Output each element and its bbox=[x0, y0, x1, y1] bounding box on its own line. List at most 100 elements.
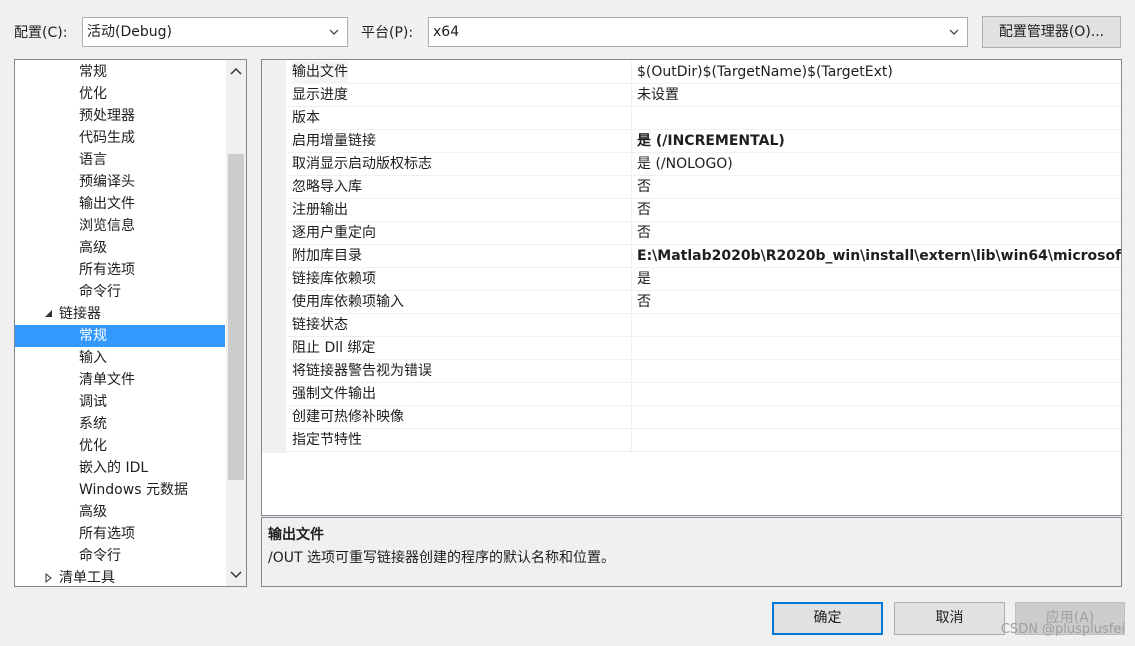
tree-item[interactable]: 优化 bbox=[15, 435, 225, 457]
property-row[interactable]: 强制文件输出 bbox=[286, 383, 1121, 406]
property-value[interactable]: 否 bbox=[637, 176, 651, 199]
column-divider bbox=[631, 130, 632, 153]
property-value[interactable]: E:\Matlab2020b\R2020b_win\install\extern… bbox=[637, 245, 1121, 268]
property-name: 附加库目录 bbox=[292, 248, 362, 264]
column-divider bbox=[631, 199, 632, 222]
property-name: 版本 bbox=[292, 110, 320, 126]
tree-item[interactable]: 优化 bbox=[15, 83, 225, 105]
tree-item[interactable]: 命令行 bbox=[15, 281, 225, 303]
tree-item[interactable]: 输入 bbox=[15, 347, 225, 369]
tree-item-label: 系统 bbox=[79, 416, 107, 432]
tree-item-label: 输出文件 bbox=[79, 196, 135, 212]
column-divider bbox=[631, 176, 632, 199]
tree-item[interactable]: 代码生成 bbox=[15, 127, 225, 149]
column-divider bbox=[631, 61, 632, 84]
property-row[interactable]: 显示进度 未设置 bbox=[286, 84, 1121, 107]
tree-item-label: Windows 元数据 bbox=[79, 482, 188, 498]
tree-item-label: 命令行 bbox=[79, 284, 121, 300]
property-row[interactable]: 阻止 Dll 绑定 bbox=[286, 337, 1121, 360]
property-value[interactable]: 是 (/NOLOGO) bbox=[637, 153, 733, 176]
config-label: 配置(C): bbox=[14, 25, 68, 41]
tree-item-label: 命令行 bbox=[79, 548, 121, 564]
column-divider bbox=[631, 406, 632, 429]
tree-item[interactable]: 命令行 bbox=[15, 545, 225, 567]
property-row[interactable]: 注册输出 否 bbox=[286, 199, 1121, 222]
property-row[interactable]: 取消显示启动版权标志 是 (/NOLOGO) bbox=[286, 153, 1121, 176]
column-divider bbox=[631, 291, 632, 314]
scrollbar-thumb[interactable] bbox=[228, 154, 244, 480]
tree-item[interactable]: 预处理器 bbox=[15, 105, 225, 127]
cancel-button[interactable]: 取消 bbox=[894, 602, 1005, 635]
ok-button[interactable]: 确定 bbox=[772, 602, 883, 635]
tree-item[interactable]: 清单文件 bbox=[15, 369, 225, 391]
tree-item[interactable]: 调试 bbox=[15, 391, 225, 413]
column-divider bbox=[631, 268, 632, 291]
tree-item[interactable]: 高级 bbox=[15, 237, 225, 259]
property-value[interactable]: $(OutDir)$(TargetName)$(TargetExt) bbox=[637, 61, 893, 84]
tree-item-label: 代码生成 bbox=[79, 130, 135, 146]
property-value[interactable]: 否 bbox=[637, 291, 651, 314]
tree-item[interactable]: 所有选项 bbox=[15, 259, 225, 281]
property-name: 将链接器警告视为错误 bbox=[292, 363, 432, 379]
property-grid[interactable]: 输出文件 $(OutDir)$(TargetName)$(TargetExt) 显示… bbox=[261, 59, 1122, 516]
property-value[interactable]: 是 bbox=[637, 268, 651, 291]
platform-combo[interactable]: x64 bbox=[428, 17, 968, 47]
property-name: 显示进度 bbox=[292, 87, 348, 103]
property-row[interactable]: 链接状态 bbox=[286, 314, 1121, 337]
scroll-up-icon[interactable] bbox=[226, 62, 246, 82]
tree-item-label: 清单文件 bbox=[79, 372, 135, 388]
tree-item-label: 优化 bbox=[79, 438, 107, 454]
chevron-down-icon bbox=[949, 29, 959, 35]
property-name: 使用库依赖项输入 bbox=[292, 294, 404, 310]
tree-item[interactable]: 预编译头 bbox=[15, 171, 225, 193]
property-row[interactable]: 创建可热修补映像 bbox=[286, 406, 1121, 429]
property-name: 启用增量链接 bbox=[292, 133, 376, 149]
property-value[interactable]: 否 bbox=[637, 199, 651, 222]
tree-item-label: 链接器 bbox=[59, 306, 101, 322]
property-value[interactable]: 是 (/INCREMENTAL) bbox=[637, 130, 785, 153]
tree-item[interactable]: 常规 bbox=[15, 325, 225, 347]
tree-item-label: 优化 bbox=[79, 86, 107, 102]
property-name: 指定节特性 bbox=[292, 432, 362, 448]
property-row[interactable]: 逐用户重定向 否 bbox=[286, 222, 1121, 245]
tree-item[interactable]: 清单工具 bbox=[15, 567, 225, 587]
chevron-down-icon bbox=[329, 29, 339, 35]
scroll-down-icon[interactable] bbox=[226, 564, 246, 584]
tree-item-label: 所有选项 bbox=[79, 526, 135, 542]
description-pane: 输出文件 /OUT 选项可重写链接器创建的程序的默认名称和位置。 bbox=[261, 517, 1122, 587]
expanded-triangle-icon[interactable] bbox=[43, 303, 55, 325]
property-row[interactable]: 启用增量链接 是 (/INCREMENTAL) bbox=[286, 130, 1121, 153]
config-manager-button[interactable]: 配置管理器(O)... bbox=[982, 16, 1121, 48]
property-value[interactable]: 未设置 bbox=[637, 84, 679, 107]
property-row[interactable]: 输出文件 $(OutDir)$(TargetName)$(TargetExt) bbox=[286, 61, 1121, 84]
property-row[interactable]: 链接库依赖项 是 bbox=[286, 268, 1121, 291]
tree-item[interactable]: 链接器 bbox=[15, 303, 225, 325]
tree-item[interactable]: 语言 bbox=[15, 149, 225, 171]
platform-combo-value: x64 bbox=[433, 24, 460, 40]
property-row[interactable]: 使用库依赖项输入 否 bbox=[286, 291, 1121, 314]
property-row[interactable]: 指定节特性 bbox=[286, 429, 1121, 452]
collapsed-triangle-icon[interactable] bbox=[43, 567, 55, 587]
tree-item[interactable]: 常规 bbox=[15, 61, 225, 83]
property-row[interactable]: 附加库目录 E:\Matlab2020b\R2020b_win\install\e… bbox=[286, 245, 1121, 268]
property-row[interactable]: 忽略导入库 否 bbox=[286, 176, 1121, 199]
property-tree[interactable]: 常规 优化 预处理器 代码生成 语言 预编译头 输出文件 浏览信息 高级 所有选项 命令行 链接器 常规… bbox=[14, 59, 247, 587]
tree-scrollbar[interactable] bbox=[226, 60, 246, 586]
tree-item[interactable]: 输出文件 bbox=[15, 193, 225, 215]
column-divider bbox=[631, 245, 632, 268]
config-combo[interactable]: 活动(Debug) bbox=[82, 17, 348, 47]
tree-item-label: 高级 bbox=[79, 504, 107, 520]
tree-item[interactable]: 浏览信息 bbox=[15, 215, 225, 237]
column-divider bbox=[631, 107, 632, 130]
tree-item[interactable]: 嵌入的 IDL bbox=[15, 457, 225, 479]
property-row[interactable]: 版本 bbox=[286, 107, 1121, 130]
tree-item[interactable]: Windows 元数据 bbox=[15, 479, 225, 501]
tree-item[interactable]: 高级 bbox=[15, 501, 225, 523]
property-value[interactable]: 否 bbox=[637, 222, 651, 245]
column-divider bbox=[631, 153, 632, 176]
property-row[interactable]: 将链接器警告视为错误 bbox=[286, 360, 1121, 383]
tree-item[interactable]: 系统 bbox=[15, 413, 225, 435]
platform-label: 平台(P): bbox=[361, 25, 414, 41]
tree-item[interactable]: 所有选项 bbox=[15, 523, 225, 545]
column-divider bbox=[631, 429, 632, 452]
